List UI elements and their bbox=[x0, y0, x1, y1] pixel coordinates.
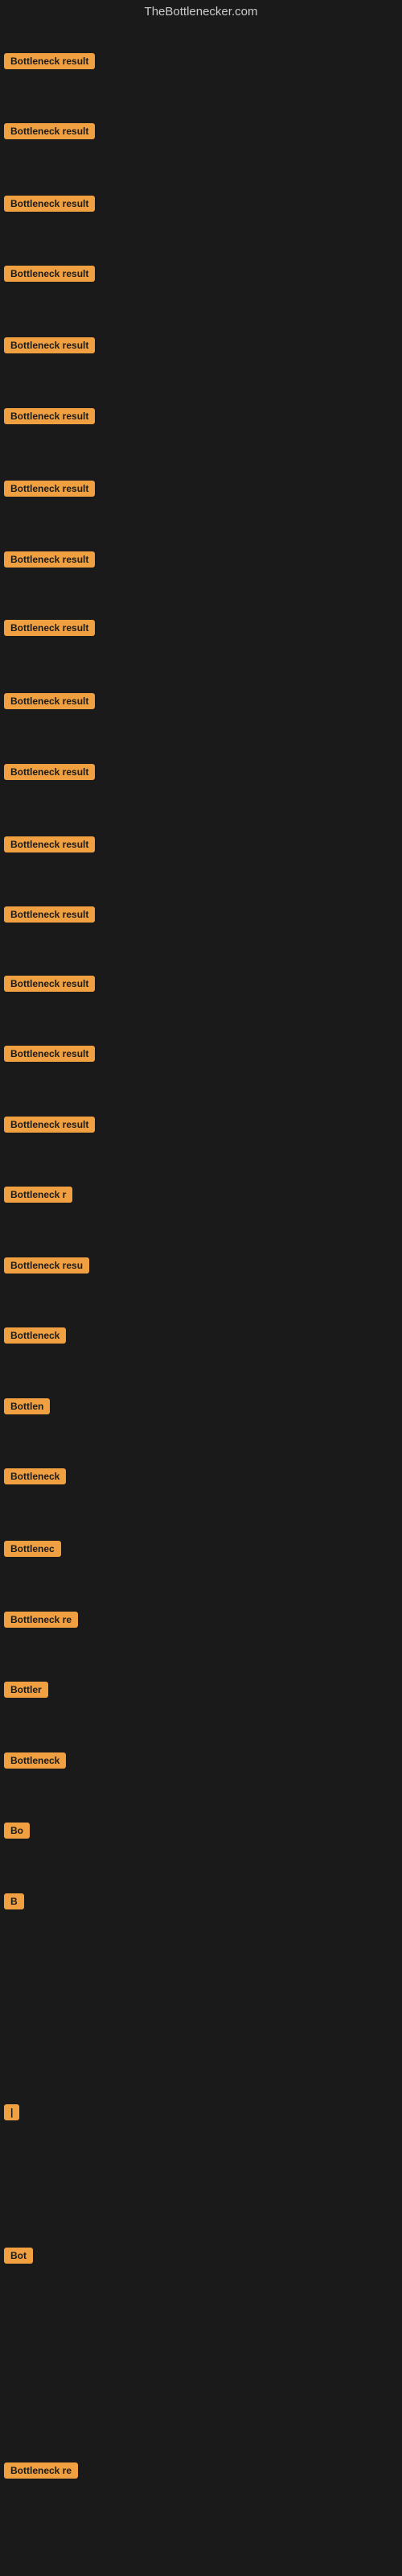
bottleneck-result-label: Bo bbox=[4, 1823, 30, 1839]
site-title-wrapper: TheBottlenecker.com bbox=[0, 0, 402, 24]
list-item: Bottlenec bbox=[0, 1538, 402, 1560]
bottleneck-result-label: Bottleneck result bbox=[4, 551, 95, 568]
bottleneck-result-label: Bottleneck result bbox=[4, 764, 95, 780]
list-item bbox=[0, 2530, 402, 2537]
bottleneck-result-label: Bottleneck result bbox=[4, 693, 95, 709]
list-item bbox=[0, 2387, 402, 2393]
list-item: Bottleneck result bbox=[0, 690, 402, 712]
bottleneck-result-label: Bottleneck bbox=[4, 1327, 66, 1344]
list-item: Bottleneck result bbox=[0, 833, 402, 856]
list-item: Bottleneck result bbox=[0, 903, 402, 926]
list-item: Bottleneck result bbox=[0, 1042, 402, 1065]
list-item: Bottleneck r bbox=[0, 1183, 402, 1206]
rows-container: Bottleneck result Bottleneck result Bottle… bbox=[0, 24, 402, 2560]
list-item: Bottleneck result bbox=[0, 617, 402, 639]
site-title: TheBottlenecker.com bbox=[145, 5, 258, 19]
bottleneck-result-label: Bottleneck result bbox=[4, 976, 95, 992]
list-item bbox=[0, 1960, 402, 1967]
list-item: Bottleneck bbox=[0, 1749, 402, 1772]
bottleneck-result-label: Bottleneck result bbox=[4, 836, 95, 852]
bottleneck-result-label: Bottlenec bbox=[4, 1541, 61, 1557]
list-item bbox=[0, 2314, 402, 2321]
bottleneck-result-label: Bot bbox=[4, 2248, 33, 2264]
list-item: Bottleneck result bbox=[0, 50, 402, 72]
bottleneck-result-label: Bottleneck r bbox=[4, 1187, 72, 1203]
bottleneck-result-label: Bottleneck result bbox=[4, 620, 95, 636]
bottleneck-result-label: Bottleneck result bbox=[4, 481, 95, 497]
bottleneck-result-label: B bbox=[4, 1893, 24, 1909]
list-item: Bottleneck result bbox=[0, 972, 402, 995]
list-item: Bottleneck result bbox=[0, 1113, 402, 1136]
list-item: Bottleneck result bbox=[0, 334, 402, 357]
bottleneck-result-label: Bottleneck result bbox=[4, 1117, 95, 1133]
list-item bbox=[0, 2031, 402, 2037]
bottleneck-result-label: Bottleneck re bbox=[4, 2462, 78, 2479]
list-item: Bottleneck bbox=[0, 1324, 402, 1347]
bottleneck-result-label: Bottleneck result bbox=[4, 337, 95, 353]
list-item: Bottleneck result bbox=[0, 192, 402, 215]
list-item: Bottleneck resu bbox=[0, 1254, 402, 1277]
list-item: B bbox=[0, 1890, 402, 1913]
bottleneck-result-label: Bottleneck result bbox=[4, 266, 95, 282]
list-item: Bottleneck result bbox=[0, 262, 402, 285]
list-item: Bottleneck result bbox=[0, 761, 402, 783]
bottleneck-result-label: Bottleneck result bbox=[4, 53, 95, 69]
list-item: Bottlen bbox=[0, 1395, 402, 1418]
bottleneck-result-label: Bottleneck result bbox=[4, 196, 95, 212]
list-item: Bottleneck re bbox=[0, 1608, 402, 1631]
bottleneck-result-label: Bottlen bbox=[4, 1398, 50, 1414]
list-item: Bottleneck result bbox=[0, 548, 402, 571]
list-item: Bottleneck result bbox=[0, 405, 402, 427]
list-item bbox=[0, 2172, 402, 2178]
list-item: Bottleneck bbox=[0, 1465, 402, 1488]
bottleneck-result-label: Bottleneck result bbox=[4, 123, 95, 139]
list-item: Bot bbox=[0, 2244, 402, 2267]
list-item: | bbox=[0, 2101, 402, 2124]
list-item: Bottleneck result bbox=[0, 477, 402, 500]
bottleneck-result-label: Bottleneck resu bbox=[4, 1257, 89, 1274]
list-item: Bottler bbox=[0, 1678, 402, 1701]
bottleneck-result-label: Bottleneck bbox=[4, 1468, 66, 1484]
list-item: Bottleneck result bbox=[0, 120, 402, 142]
list-item: Bo bbox=[0, 1819, 402, 1842]
list-item: Bottleneck re bbox=[0, 2459, 402, 2482]
bottleneck-result-label: Bottleneck bbox=[4, 1752, 66, 1769]
bottleneck-result-label: Bottler bbox=[4, 1682, 48, 1698]
bottleneck-result-label: Bottleneck result bbox=[4, 408, 95, 424]
bottleneck-result-label: | bbox=[4, 2104, 19, 2120]
bottleneck-result-label: Bottleneck result bbox=[4, 1046, 95, 1062]
bottleneck-result-label: Bottleneck result bbox=[4, 906, 95, 923]
bottleneck-result-label: Bottleneck re bbox=[4, 1612, 78, 1628]
